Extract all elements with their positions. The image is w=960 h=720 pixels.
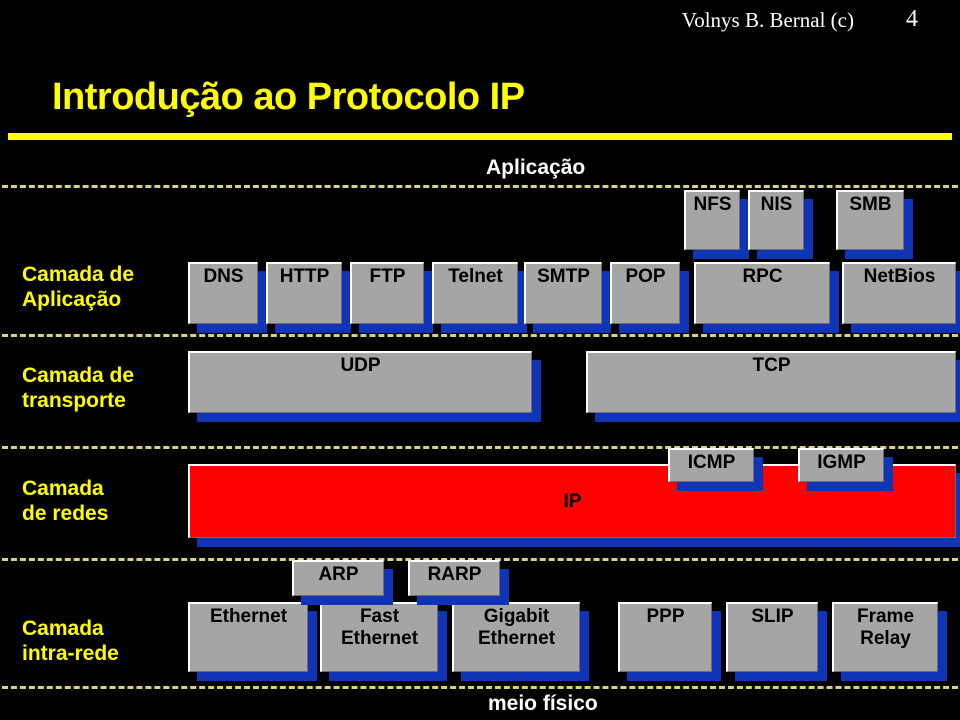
slide-header: Volnys B. Bernal (c) 4 — [0, 0, 960, 48]
protocol-box-frame-relay[interactable]: Frame Relay — [832, 602, 938, 672]
protocol-box-smtp[interactable]: SMTP — [524, 262, 602, 324]
protocol-box-icmp[interactable]: ICMP — [668, 448, 754, 482]
protocol-box-ftp[interactable]: FTP — [350, 262, 424, 324]
protocol-box-nfs[interactable]: NFS — [684, 190, 740, 250]
protocol-box-nis[interactable]: NIS — [748, 190, 804, 250]
title-underline-rule — [8, 133, 952, 140]
page-title: Introdução ao Protocolo IP — [52, 76, 525, 118]
protocol-box-pop[interactable]: POP — [610, 262, 680, 324]
protocol-box-gigabit-ethernet[interactable]: Gigabit Ethernet — [452, 602, 580, 672]
separator-application-transport — [2, 334, 958, 337]
separator-application-top — [2, 185, 958, 188]
protocol-box-ppp[interactable]: PPP — [618, 602, 712, 672]
diagram-bottom-label: meio físico — [488, 692, 598, 715]
protocol-box-slip[interactable]: SLIP — [726, 602, 818, 672]
page-number: 4 — [906, 6, 918, 32]
protocol-box-igmp[interactable]: IGMP — [798, 448, 884, 482]
layer-label-intranet: Camada intra-rede — [22, 617, 119, 665]
protocol-box-tcp[interactable]: TCP — [586, 351, 956, 413]
author-credit: Volnys B. Bernal (c) — [681, 8, 854, 32]
diagram-top-label: Aplicação — [486, 156, 586, 179]
layer-label-application: Camada de Aplicação — [22, 263, 135, 311]
protocol-box-http[interactable]: HTTP — [266, 262, 342, 324]
protocol-box-arp[interactable]: ARP — [292, 560, 384, 596]
protocol-box-smb[interactable]: SMB — [836, 190, 904, 250]
layer-label-transport: Camada de transporte — [22, 364, 135, 412]
protocol-box-ethernet[interactable]: Ethernet — [188, 602, 308, 672]
protocol-box-rpc[interactable]: RPC — [694, 262, 830, 324]
separator-intranet-physical — [2, 686, 958, 689]
layer-label-network: Camada de redes — [22, 477, 109, 525]
protocol-box-netbios[interactable]: NetBios — [842, 262, 956, 324]
protocol-box-dns[interactable]: DNS — [188, 262, 258, 324]
protocol-box-fast-ethernet[interactable]: Fast Ethernet — [320, 602, 438, 672]
protocol-box-udp[interactable]: UDP — [188, 351, 532, 413]
protocol-box-rarp[interactable]: RARP — [408, 560, 500, 596]
protocol-box-telnet[interactable]: Telnet — [432, 262, 518, 324]
